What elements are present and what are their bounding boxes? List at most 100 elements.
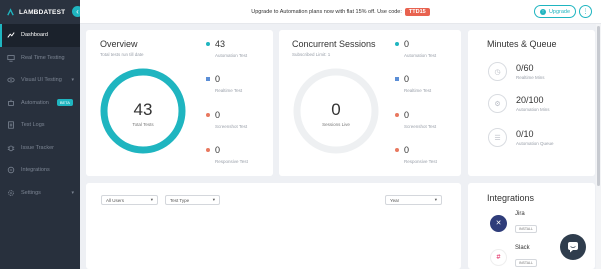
status-dot bbox=[395, 148, 399, 152]
chevron-down-icon: ▾ bbox=[150, 197, 153, 202]
stat-value: 0 bbox=[215, 74, 221, 84]
upgrade-label: Upgrade bbox=[548, 8, 571, 15]
stat-label: Responsive Test bbox=[404, 159, 437, 164]
stat-value: 0 bbox=[215, 145, 221, 155]
status-dot bbox=[395, 113, 399, 117]
status-dot bbox=[206, 148, 210, 152]
stat-label: Realtime Test bbox=[404, 88, 432, 93]
status-dot bbox=[206, 42, 210, 46]
integration-slack: # Slack INSTALL bbox=[490, 245, 537, 269]
queue-icon: ☰ bbox=[488, 128, 507, 147]
stat-label: Automation Test bbox=[215, 53, 248, 58]
dashboard-icon bbox=[7, 31, 15, 39]
overview-stat-realtime: 0 Realtime Test bbox=[206, 74, 243, 93]
status-dot bbox=[395, 42, 399, 46]
overview-card: Overview Total tests run till date 43 To… bbox=[86, 30, 273, 176]
lambdatest-logo-icon bbox=[7, 7, 14, 16]
concurrent-sessions-card: Concurrent Sessions Subscribed Limit: 1 … bbox=[279, 30, 461, 176]
chevron-down-icon: ▾ bbox=[434, 197, 437, 202]
chevron-down-icon: ▾ bbox=[71, 189, 74, 196]
promo-bar: Upgrade to Automation plans now with fla… bbox=[80, 0, 601, 24]
period-filter-select[interactable]: Year ▾ bbox=[385, 195, 442, 205]
upgrade-button[interactable]: ↑ Upgrade bbox=[534, 5, 576, 18]
sidebar-item-issue-tracker[interactable]: Issue Tracker bbox=[0, 137, 80, 160]
minutes-row-queue: ☰ 0/10 Automation Queue bbox=[488, 128, 554, 147]
chevron-down-icon: ▾ bbox=[71, 77, 74, 84]
concurrent-stat-screenshot: 0 Screenshot Test bbox=[395, 110, 437, 129]
overview-stat-screenshot: 0 Screenshot Test bbox=[206, 110, 248, 129]
promo-text: Upgrade to Automation plans now with fla… bbox=[251, 8, 402, 15]
stat-value: 0 bbox=[404, 110, 410, 120]
integration-name: Slack bbox=[515, 245, 530, 251]
minutes-queue-card: Minutes & Queue ◷ 0/60 Realtime Mins ⚙ 2… bbox=[468, 30, 595, 176]
gear-icon bbox=[7, 189, 15, 197]
minutes-label: Automation Queue bbox=[516, 141, 554, 146]
concurrent-stat-responsive: 0 Responsive Test bbox=[395, 145, 437, 164]
users-filter-select[interactable]: All Users ▾ bbox=[101, 195, 158, 205]
filter-value: Test Type bbox=[170, 197, 190, 203]
status-dot bbox=[206, 113, 210, 117]
brand-name: LAMBDATEST bbox=[19, 8, 66, 16]
bug-icon bbox=[7, 144, 15, 152]
robot-icon bbox=[7, 99, 15, 107]
stat-value: 0 bbox=[404, 39, 410, 49]
stat-value: 43 bbox=[215, 39, 226, 49]
jira-install-button[interactable]: INSTALL bbox=[515, 225, 537, 233]
sidebar-item-automation[interactable]: Automation BETA bbox=[0, 92, 80, 115]
overview-stat-responsive: 0 Responsive Test bbox=[206, 145, 248, 164]
arrow-up-icon: ↑ bbox=[539, 8, 546, 15]
sidebar-item-test-logs[interactable]: Test Logs bbox=[0, 114, 80, 137]
stat-value: 0 bbox=[215, 110, 221, 120]
overview-stat-automation: 43 Automation Test bbox=[206, 39, 248, 58]
sidebar: LAMBDATEST ‹ Dashboard Real Time Testing… bbox=[0, 0, 83, 269]
sidebar-item-label: Issue Tracker bbox=[21, 144, 55, 151]
overview-subtitle: Total tests run till date bbox=[100, 52, 144, 57]
minutes-value: 20/100 bbox=[516, 95, 544, 105]
sidebar-item-label: Real Time Testing bbox=[21, 54, 65, 61]
minutes-label: Realtime Mins bbox=[516, 75, 545, 80]
sidebar-item-dashboard[interactable]: Dashboard bbox=[0, 24, 80, 47]
menu-dots-icon[interactable]: ⋮ bbox=[579, 5, 592, 18]
stat-label: Automation Test bbox=[404, 53, 437, 58]
sidebar-item-label: Integrations bbox=[21, 167, 50, 174]
stat-label: Screenshot Test bbox=[404, 124, 437, 129]
sidebar-item-label: Visual UI Testing bbox=[21, 77, 62, 84]
jira-icon: ✕ bbox=[490, 214, 507, 232]
sidebar-item-label: Dashboard bbox=[21, 32, 48, 39]
sidebar-item-settings[interactable]: Settings ▾ bbox=[0, 182, 80, 205]
concurrent-stat-realtime: 0 Realtime Test bbox=[395, 74, 432, 93]
status-dot bbox=[395, 77, 399, 81]
concurrent-stat-automation: 0 Automation Test bbox=[395, 39, 437, 58]
scrollbar-thumb[interactable] bbox=[597, 26, 600, 186]
sidebar-item-real-time-testing[interactable]: Real Time Testing bbox=[0, 47, 80, 70]
stat-label: Realtime Test bbox=[215, 88, 243, 93]
chat-button[interactable] bbox=[560, 234, 586, 260]
sidebar-item-integrations[interactable]: Integrations bbox=[0, 159, 80, 182]
overview-title: Overview bbox=[100, 39, 138, 49]
concurrent-total: 0 bbox=[331, 100, 341, 119]
minutes-value: 0/60 bbox=[516, 63, 534, 73]
minutes-value: 0/10 bbox=[516, 129, 534, 139]
filter-value: Year bbox=[390, 197, 400, 203]
integrations-title: Integrations bbox=[487, 193, 535, 203]
stat-label: Screenshot Test bbox=[215, 124, 248, 129]
minutes-row-automation: ⚙ 20/100 Automation Mins bbox=[488, 94, 550, 113]
minutes-label: Automation Mins bbox=[516, 107, 550, 112]
chevron-down-icon: ▾ bbox=[212, 197, 215, 202]
chat-icon bbox=[568, 242, 578, 253]
sidebar-item-label: Settings bbox=[21, 189, 41, 196]
slack-install-button[interactable]: INSTALL bbox=[515, 259, 537, 267]
concurrent-title: Concurrent Sessions bbox=[292, 39, 376, 49]
test-type-filter-select[interactable]: Test Type ▾ bbox=[165, 195, 220, 205]
beta-badge: BETA bbox=[56, 99, 73, 107]
integration-jira: ✕ Jira INSTALL bbox=[490, 211, 537, 235]
overview-total: 43 bbox=[133, 100, 153, 119]
minutes-title: Minutes & Queue bbox=[487, 39, 557, 49]
sidebar-item-label: Test Logs bbox=[21, 122, 45, 129]
eye-icon bbox=[7, 76, 15, 84]
minutes-row-realtime: ◷ 0/60 Realtime Mins bbox=[488, 62, 545, 81]
logs-icon bbox=[7, 121, 15, 129]
plug-icon bbox=[7, 166, 15, 174]
sidebar-item-visual-ui-testing[interactable]: Visual UI Testing ▾ bbox=[0, 69, 80, 92]
overview-total-label: Total Tests bbox=[132, 122, 154, 127]
